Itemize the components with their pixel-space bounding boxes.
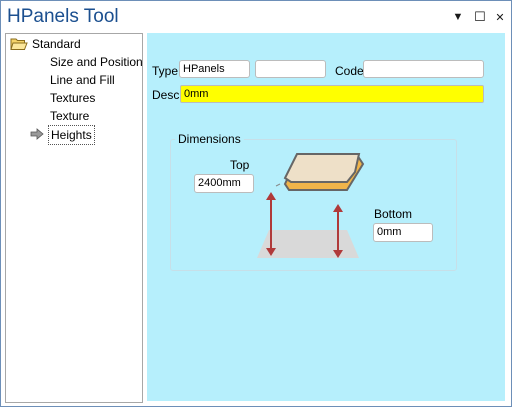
type-extra-field[interactable]: [255, 60, 326, 78]
title-bar: HPanels Tool ▼ ☐ ✕: [1, 1, 511, 33]
desc-field[interactable]: 0mm: [180, 85, 484, 103]
hpanels-tool-window: HPanels Tool ▼ ☐ ✕ Standard Size and Pos…: [0, 0, 512, 407]
desc-label: Desc:: [152, 88, 183, 102]
tree-item-line-and-fill[interactable]: Line and Fill: [50, 71, 115, 89]
category-tree[interactable]: Standard Size and Position Line and Fill…: [5, 33, 143, 403]
tree-item-texture[interactable]: Texture: [50, 107, 89, 125]
leader-tick: [275, 183, 281, 187]
close-icon[interactable]: ✕: [493, 10, 507, 24]
top-label: Top: [230, 158, 250, 172]
tree-item-heights[interactable]: Heights: [6, 125, 140, 145]
bottom-label: Bottom: [374, 207, 413, 221]
tree-item-label: Texture: [50, 109, 90, 123]
type-label: Type:: [152, 64, 182, 78]
code-field[interactable]: [363, 60, 484, 78]
selected-arrow-icon: [30, 128, 44, 140]
properties-panel: Type: HPanels Code: Desc: 0mm Dimensions…: [147, 33, 505, 401]
folder-open-icon: [10, 38, 28, 50]
panel-slab-top: [283, 153, 361, 183]
bottom-height-field[interactable]: 0mm: [373, 223, 433, 242]
top-height-field[interactable]: 2400mm: [194, 174, 254, 193]
tree-item-label: Line and Fill: [50, 73, 115, 87]
tree-item-textures[interactable]: Textures: [50, 89, 95, 107]
type-field[interactable]: HPanels: [179, 60, 250, 78]
tree-item-label: Textures: [50, 91, 96, 105]
height-diagram: [257, 153, 365, 258]
tree-item-label: Heights: [48, 125, 95, 145]
dropdown-icon[interactable]: ▼: [451, 10, 465, 24]
tree-item-size-and-position[interactable]: Size and Position: [50, 53, 143, 71]
dimensions-group-title: Dimensions: [175, 132, 244, 146]
tree-root-label: Standard: [32, 37, 81, 51]
maximize-icon[interactable]: ☐: [473, 9, 487, 24]
window-title: HPanels Tool: [7, 6, 119, 27]
tree-item-label: Size and Position: [50, 55, 143, 69]
